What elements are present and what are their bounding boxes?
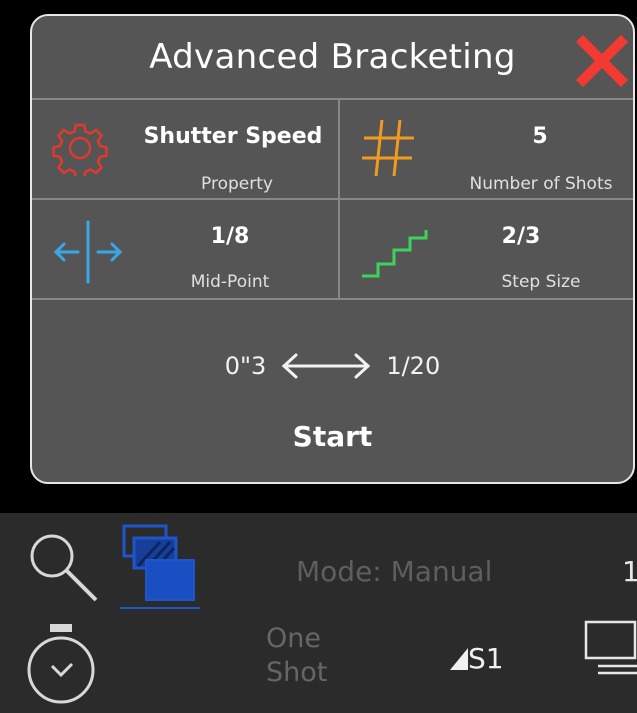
stairs-icon	[362, 230, 428, 278]
shots-value: 5	[532, 124, 548, 149]
gear-icon	[52, 123, 108, 176]
shots-caption: Number of Shots	[469, 174, 613, 194]
bracketing-button[interactable]	[116, 522, 202, 610]
mid-point-value: 1/8	[210, 224, 250, 249]
range-from: 0"3	[224, 352, 267, 380]
close-x-icon	[575, 34, 629, 88]
property-caption: Property	[201, 174, 273, 194]
step-size-value: 2/3	[501, 224, 541, 249]
s1-label: S1	[468, 642, 504, 675]
timer-icon[interactable]	[24, 622, 100, 706]
bracket-range: 0"3 1/20	[32, 346, 633, 386]
display-icon[interactable]	[584, 620, 637, 682]
double-arrow-icon	[282, 353, 371, 379]
bracketing-icon	[120, 524, 200, 609]
start-button[interactable]: Start	[32, 420, 633, 453]
range-to: 1/20	[386, 352, 441, 380]
property-value: Shutter Speed	[143, 124, 323, 149]
advanced-bracketing-dialog: Advanced Bracketing Shutter Speed Proper…	[30, 14, 635, 484]
metering-icon[interactable]	[448, 646, 470, 672]
mid-point-caption: Mid-Point	[190, 272, 270, 292]
number-of-shots-cell[interactable]: 5 Number of Shots	[340, 100, 633, 198]
edge-value: 1	[622, 555, 637, 588]
midpoint-icon	[53, 220, 123, 284]
shot-mode-label[interactable]: One Shot	[266, 622, 346, 690]
dialog-title: Advanced Bracketing	[149, 37, 516, 77]
close-button[interactable]	[575, 34, 629, 88]
property-cell[interactable]: Shutter Speed Property	[32, 100, 338, 198]
mode-label: Mode: Manual	[296, 555, 493, 588]
step-size-caption: Step Size	[501, 272, 581, 292]
step-size-cell[interactable]: 2/3 Step Size	[340, 200, 633, 298]
mid-point-cell[interactable]: 1/8 Mid-Point	[32, 200, 338, 298]
hash-icon	[362, 119, 414, 177]
magnifier-icon[interactable]	[26, 530, 100, 604]
